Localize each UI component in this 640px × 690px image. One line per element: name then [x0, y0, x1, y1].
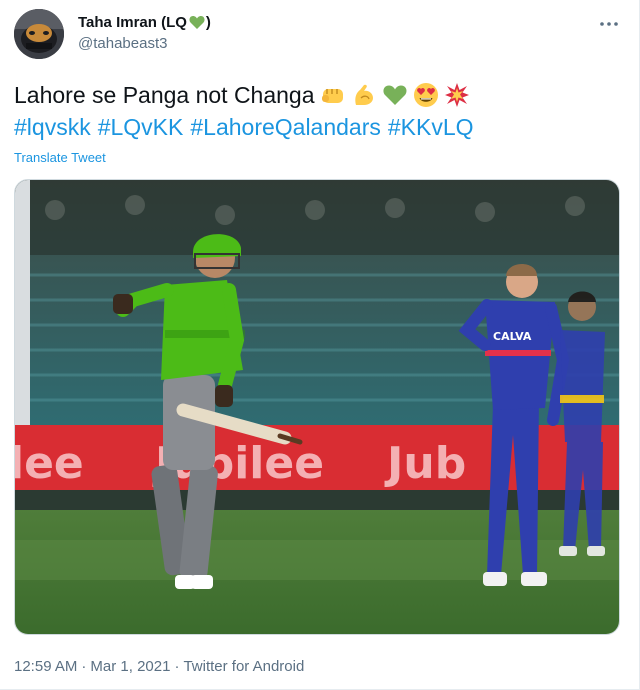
tweet-card: Taha Imran (LQ ) @tahabeast3 Lahore se P…: [0, 0, 640, 690]
cricket-photo-image: lee Jubilee Jub CALVA: [15, 180, 619, 634]
tweet-time[interactable]: 12:59 AM: [14, 658, 77, 675]
author-handle[interactable]: @tahabeast3: [78, 35, 167, 52]
hashtag-link[interactable]: #lqvskk: [14, 111, 91, 143]
hashtag-link[interactable]: #LQvKK: [98, 111, 184, 143]
green-heart-icon: [382, 82, 408, 108]
meta-separator: ·: [81, 658, 87, 675]
hashtag-link[interactable]: #LahoreQalandars: [190, 111, 381, 143]
meta-separator: ·: [174, 658, 180, 675]
jersey-sponsor-text: CALVA: [493, 330, 532, 343]
green-heart-icon: [189, 15, 205, 30]
avatar[interactable]: [14, 9, 64, 59]
banner-text-left: lee: [15, 438, 84, 489]
more-horizontal-icon: [600, 22, 618, 26]
tweet-meta: 12:59 AM · Mar 1, 2021 · Twitter for And…: [14, 658, 304, 675]
banner-text-right: Jub: [384, 438, 466, 489]
collision-icon: [444, 82, 470, 108]
tweet-photo[interactable]: lee Jubilee Jub CALVA: [14, 179, 620, 635]
flexed-biceps-icon: [351, 82, 377, 108]
hashtag-line: #lqvskk #LQvKK #LahoreQalandars #KKvLQ: [14, 111, 614, 143]
heart-eyes-icon: [413, 82, 439, 108]
more-options-button[interactable]: [597, 14, 621, 34]
hashtag-link[interactable]: #KKvLQ: [388, 111, 474, 143]
display-name-close: ): [205, 14, 211, 31]
tweet-body: Lahore se Panga not Changa: [14, 82, 315, 108]
tweet-text: Lahore se Panga not Changa #lqvskk #LQvK…: [14, 79, 614, 143]
tweet-date[interactable]: Mar 1, 2021: [90, 658, 170, 675]
fist-icon: [320, 82, 346, 108]
tweet-source[interactable]: Twitter for Android: [183, 658, 304, 675]
translate-tweet-link[interactable]: Translate Tweet: [14, 150, 106, 165]
author-name-row[interactable]: Taha Imran (LQ ): [78, 14, 211, 31]
tweet-text-line: Lahore se Panga not Changa: [14, 79, 614, 111]
display-name[interactable]: Taha Imran (LQ: [78, 14, 187, 31]
